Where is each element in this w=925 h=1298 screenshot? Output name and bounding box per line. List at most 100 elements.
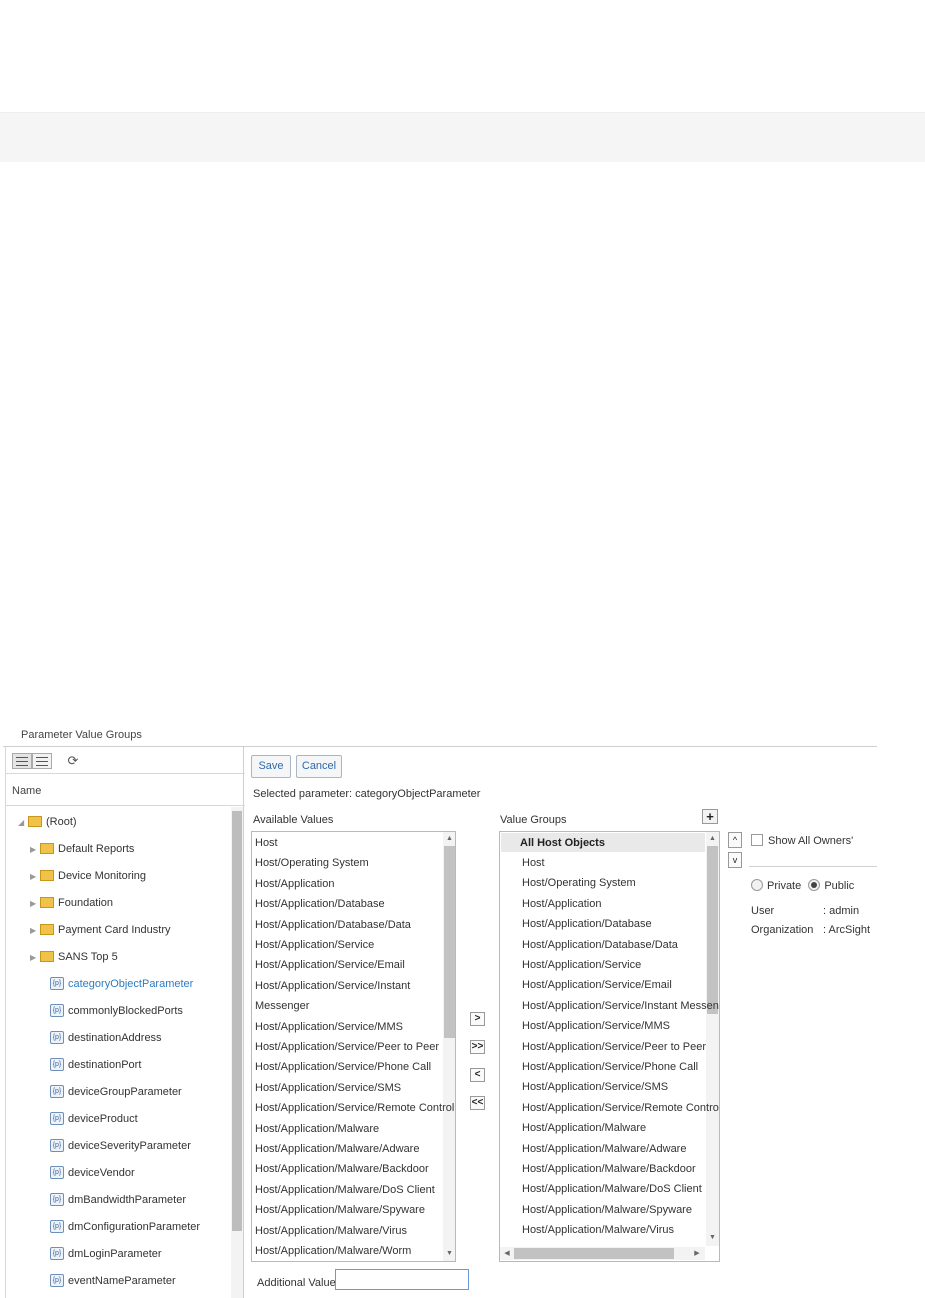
- tree-parameter-row[interactable]: {p} commonlyBlockedPorts: [50, 1002, 183, 1020]
- show-all-owners-checkbox[interactable]: [751, 834, 763, 847]
- value-group-item[interactable]: Host/Application/Malware/Virus: [522, 1223, 674, 1237]
- available-value-item[interactable]: Messenger: [255, 999, 309, 1013]
- expand-icon[interactable]: ▶: [30, 868, 40, 886]
- value-group-item[interactable]: Host/Application/Malware/Adware: [522, 1142, 686, 1156]
- value-group-item[interactable]: Host/Application/Service/Instant Messeng: [522, 999, 719, 1013]
- value-group-item[interactable]: Host/Operating System: [522, 876, 636, 890]
- value-group-item[interactable]: Host/Application/Malware/DoS Client: [522, 1182, 702, 1196]
- available-value-item[interactable]: Host/Application/Service/MMS: [255, 1020, 403, 1034]
- available-value-item[interactable]: Host/Application/Service/Instant: [255, 979, 410, 993]
- detail-view-icon[interactable]: [32, 753, 52, 769]
- tree-parameter-row[interactable]: {p} dmBandwidthParameter: [50, 1191, 186, 1209]
- collapse-icon[interactable]: ◢: [18, 814, 28, 832]
- group-head[interactable]: All Host Objects: [520, 836, 605, 850]
- scroll-up-icon[interactable]: ▲: [706, 833, 719, 845]
- tree-parameter-row[interactable]: {p} dmLoginParameter: [50, 1245, 162, 1263]
- move-up-button[interactable]: ^: [728, 832, 742, 848]
- value-group-item[interactable]: Host/Application/Malware/Spyware: [522, 1203, 692, 1217]
- tree-folder-row[interactable]: ▶ Payment Card Industry: [30, 921, 171, 939]
- available-value-item[interactable]: Host: [255, 836, 278, 850]
- tree-scrollbar-thumb[interactable]: [232, 811, 242, 1231]
- tree-parameter-row[interactable]: {p} categoryObjectParameter: [50, 975, 193, 993]
- expand-icon[interactable]: ▶: [30, 841, 40, 859]
- refresh-icon[interactable]: ⟳: [65, 752, 81, 769]
- available-value-item[interactable]: Host/Application/Malware/Spyware: [255, 1203, 425, 1217]
- tree-parameter-row[interactable]: {p} destinationAddress: [50, 1029, 162, 1047]
- value-group-item[interactable]: Host/Application/Service/Peer to Peer: [522, 1040, 706, 1054]
- available-value-item[interactable]: Host/Application/Malware/Worm: [255, 1244, 411, 1258]
- available-value-item[interactable]: Host/Application/Malware/Backdoor: [255, 1162, 429, 1176]
- value-group-item[interactable]: Host/Application/Service/Email: [522, 978, 672, 992]
- available-value-item[interactable]: Host/Application/Malware/Virus: [255, 1224, 407, 1238]
- tree-scrollbar[interactable]: [231, 807, 243, 1298]
- value-groups-hscrollbar-thumb[interactable]: [514, 1248, 674, 1259]
- move-right-button[interactable]: >: [470, 1012, 485, 1026]
- value-group-item[interactable]: Host/Application: [522, 897, 602, 911]
- tree-parameter-row[interactable]: {p} destinationPort: [50, 1056, 141, 1074]
- value-group-item[interactable]: Host/Application/Malware: [522, 1121, 646, 1135]
- expand-icon[interactable]: ▶: [30, 895, 40, 913]
- value-group-item[interactable]: Host: [522, 856, 545, 870]
- value-group-item[interactable]: Host/Application/Service: [522, 958, 641, 972]
- scroll-down-icon[interactable]: ▼: [706, 1232, 719, 1244]
- value-group-item[interactable]: Host/Application/Service/SMS: [522, 1080, 668, 1094]
- tree-parameter-row[interactable]: {p} deviceSeverityParameter: [50, 1137, 191, 1155]
- tree-parameter-row[interactable]: {p} eventNameParameter: [50, 1272, 176, 1290]
- expand-icon[interactable]: ▶: [30, 922, 40, 940]
- available-value-item[interactable]: Host/Application/Malware: [255, 1122, 379, 1136]
- available-value-item[interactable]: Host/Application/Service/Remote Control: [255, 1101, 454, 1115]
- available-value-item[interactable]: Host/Application: [255, 877, 335, 891]
- available-value-item[interactable]: Host/Application/Service/SMS: [255, 1081, 401, 1095]
- value-group-item[interactable]: Host/Application/Database: [522, 917, 652, 931]
- tree-parameter-row[interactable]: {p} deviceGroupParameter: [50, 1083, 182, 1101]
- available-values-list[interactable]: ▲ ▼ Host Host/Operating System Host/Applic…: [251, 831, 456, 1262]
- value-groups-scrollbar[interactable]: ▲ ▼: [706, 832, 719, 1246]
- value-group-item[interactable]: Host/Application/Service/Remote Contro: [522, 1101, 719, 1115]
- tree-folder-row[interactable]: ▶ Device Monitoring: [30, 867, 146, 885]
- available-value-item[interactable]: Host/Application/Malware/Adware: [255, 1142, 419, 1156]
- folder-icon: [40, 896, 54, 908]
- move-left-button[interactable]: <: [470, 1068, 485, 1082]
- available-value-item[interactable]: Host/Application/Service/Phone Call: [255, 1060, 431, 1074]
- move-all-right-button[interactable]: >>: [470, 1040, 485, 1054]
- available-values-scrollbar-thumb[interactable]: [444, 846, 455, 1038]
- available-value-item[interactable]: Host/Application/Service/Peer to Peer: [255, 1040, 439, 1054]
- available-value-item[interactable]: Host/Application/Service: [255, 938, 374, 952]
- scroll-right-icon[interactable]: ▶: [691, 1247, 703, 1260]
- available-value-item[interactable]: Host/Application/Database/Data: [255, 918, 411, 932]
- show-all-owners[interactable]: Show All Owners': [751, 834, 853, 847]
- add-group-button[interactable]: +: [702, 809, 718, 824]
- value-groups-hscrollbar[interactable]: ◀ ▶: [500, 1247, 705, 1260]
- value-group-item[interactable]: Host/Application/Malware/Backdoor: [522, 1162, 696, 1176]
- scroll-up-icon[interactable]: ▲: [443, 833, 455, 845]
- available-value-item[interactable]: Host/Operating System: [255, 856, 369, 870]
- save-button[interactable]: Save: [251, 755, 291, 778]
- move-all-left-button[interactable]: <<: [470, 1096, 485, 1110]
- tree-parameter-row[interactable]: {p} deviceVendor: [50, 1164, 135, 1182]
- available-values-scrollbar[interactable]: ▲ ▼: [443, 832, 455, 1261]
- move-down-button[interactable]: v: [728, 852, 742, 868]
- available-value-item[interactable]: Host/Application/Malware/DoS Client: [255, 1183, 435, 1197]
- scroll-left-icon[interactable]: ◀: [501, 1247, 513, 1260]
- tree-folder-row[interactable]: ◢ (Root): [18, 813, 77, 831]
- public-radio[interactable]: [808, 879, 821, 892]
- value-groups-scrollbar-thumb[interactable]: [707, 846, 718, 1014]
- tree-folder-row[interactable]: ▶ Foundation: [30, 894, 113, 912]
- expand-icon[interactable]: ▶: [30, 949, 40, 967]
- value-group-item[interactable]: Host/Application/Database/Data: [522, 938, 678, 952]
- value-group-item[interactable]: Host/Application/Service/MMS: [522, 1019, 670, 1033]
- additional-value-input[interactable]: [335, 1269, 469, 1290]
- scroll-down-icon[interactable]: ▼: [443, 1248, 455, 1260]
- tree-column-header[interactable]: Name: [6, 774, 245, 806]
- tree-parameter-row[interactable]: {p} dmConfigurationParameter: [50, 1218, 200, 1236]
- private-radio[interactable]: [751, 879, 763, 892]
- tree-folder-row[interactable]: ▶ SANS Top 5: [30, 948, 118, 966]
- cancel-button[interactable]: Cancel: [296, 755, 342, 778]
- list-view-icon[interactable]: [12, 753, 32, 769]
- available-value-item[interactable]: Host/Application/Database: [255, 897, 385, 911]
- value-groups-list[interactable]: All Host Objects ▲ ▼ ◀ ▶ Host Host/Operat…: [499, 831, 720, 1262]
- tree-folder-row[interactable]: ▶ Default Reports: [30, 840, 134, 858]
- available-value-item[interactable]: Host/Application/Service/Email: [255, 958, 405, 972]
- value-group-item[interactable]: Host/Application/Service/Phone Call: [522, 1060, 698, 1074]
- tree-parameter-row[interactable]: {p} deviceProduct: [50, 1110, 138, 1128]
